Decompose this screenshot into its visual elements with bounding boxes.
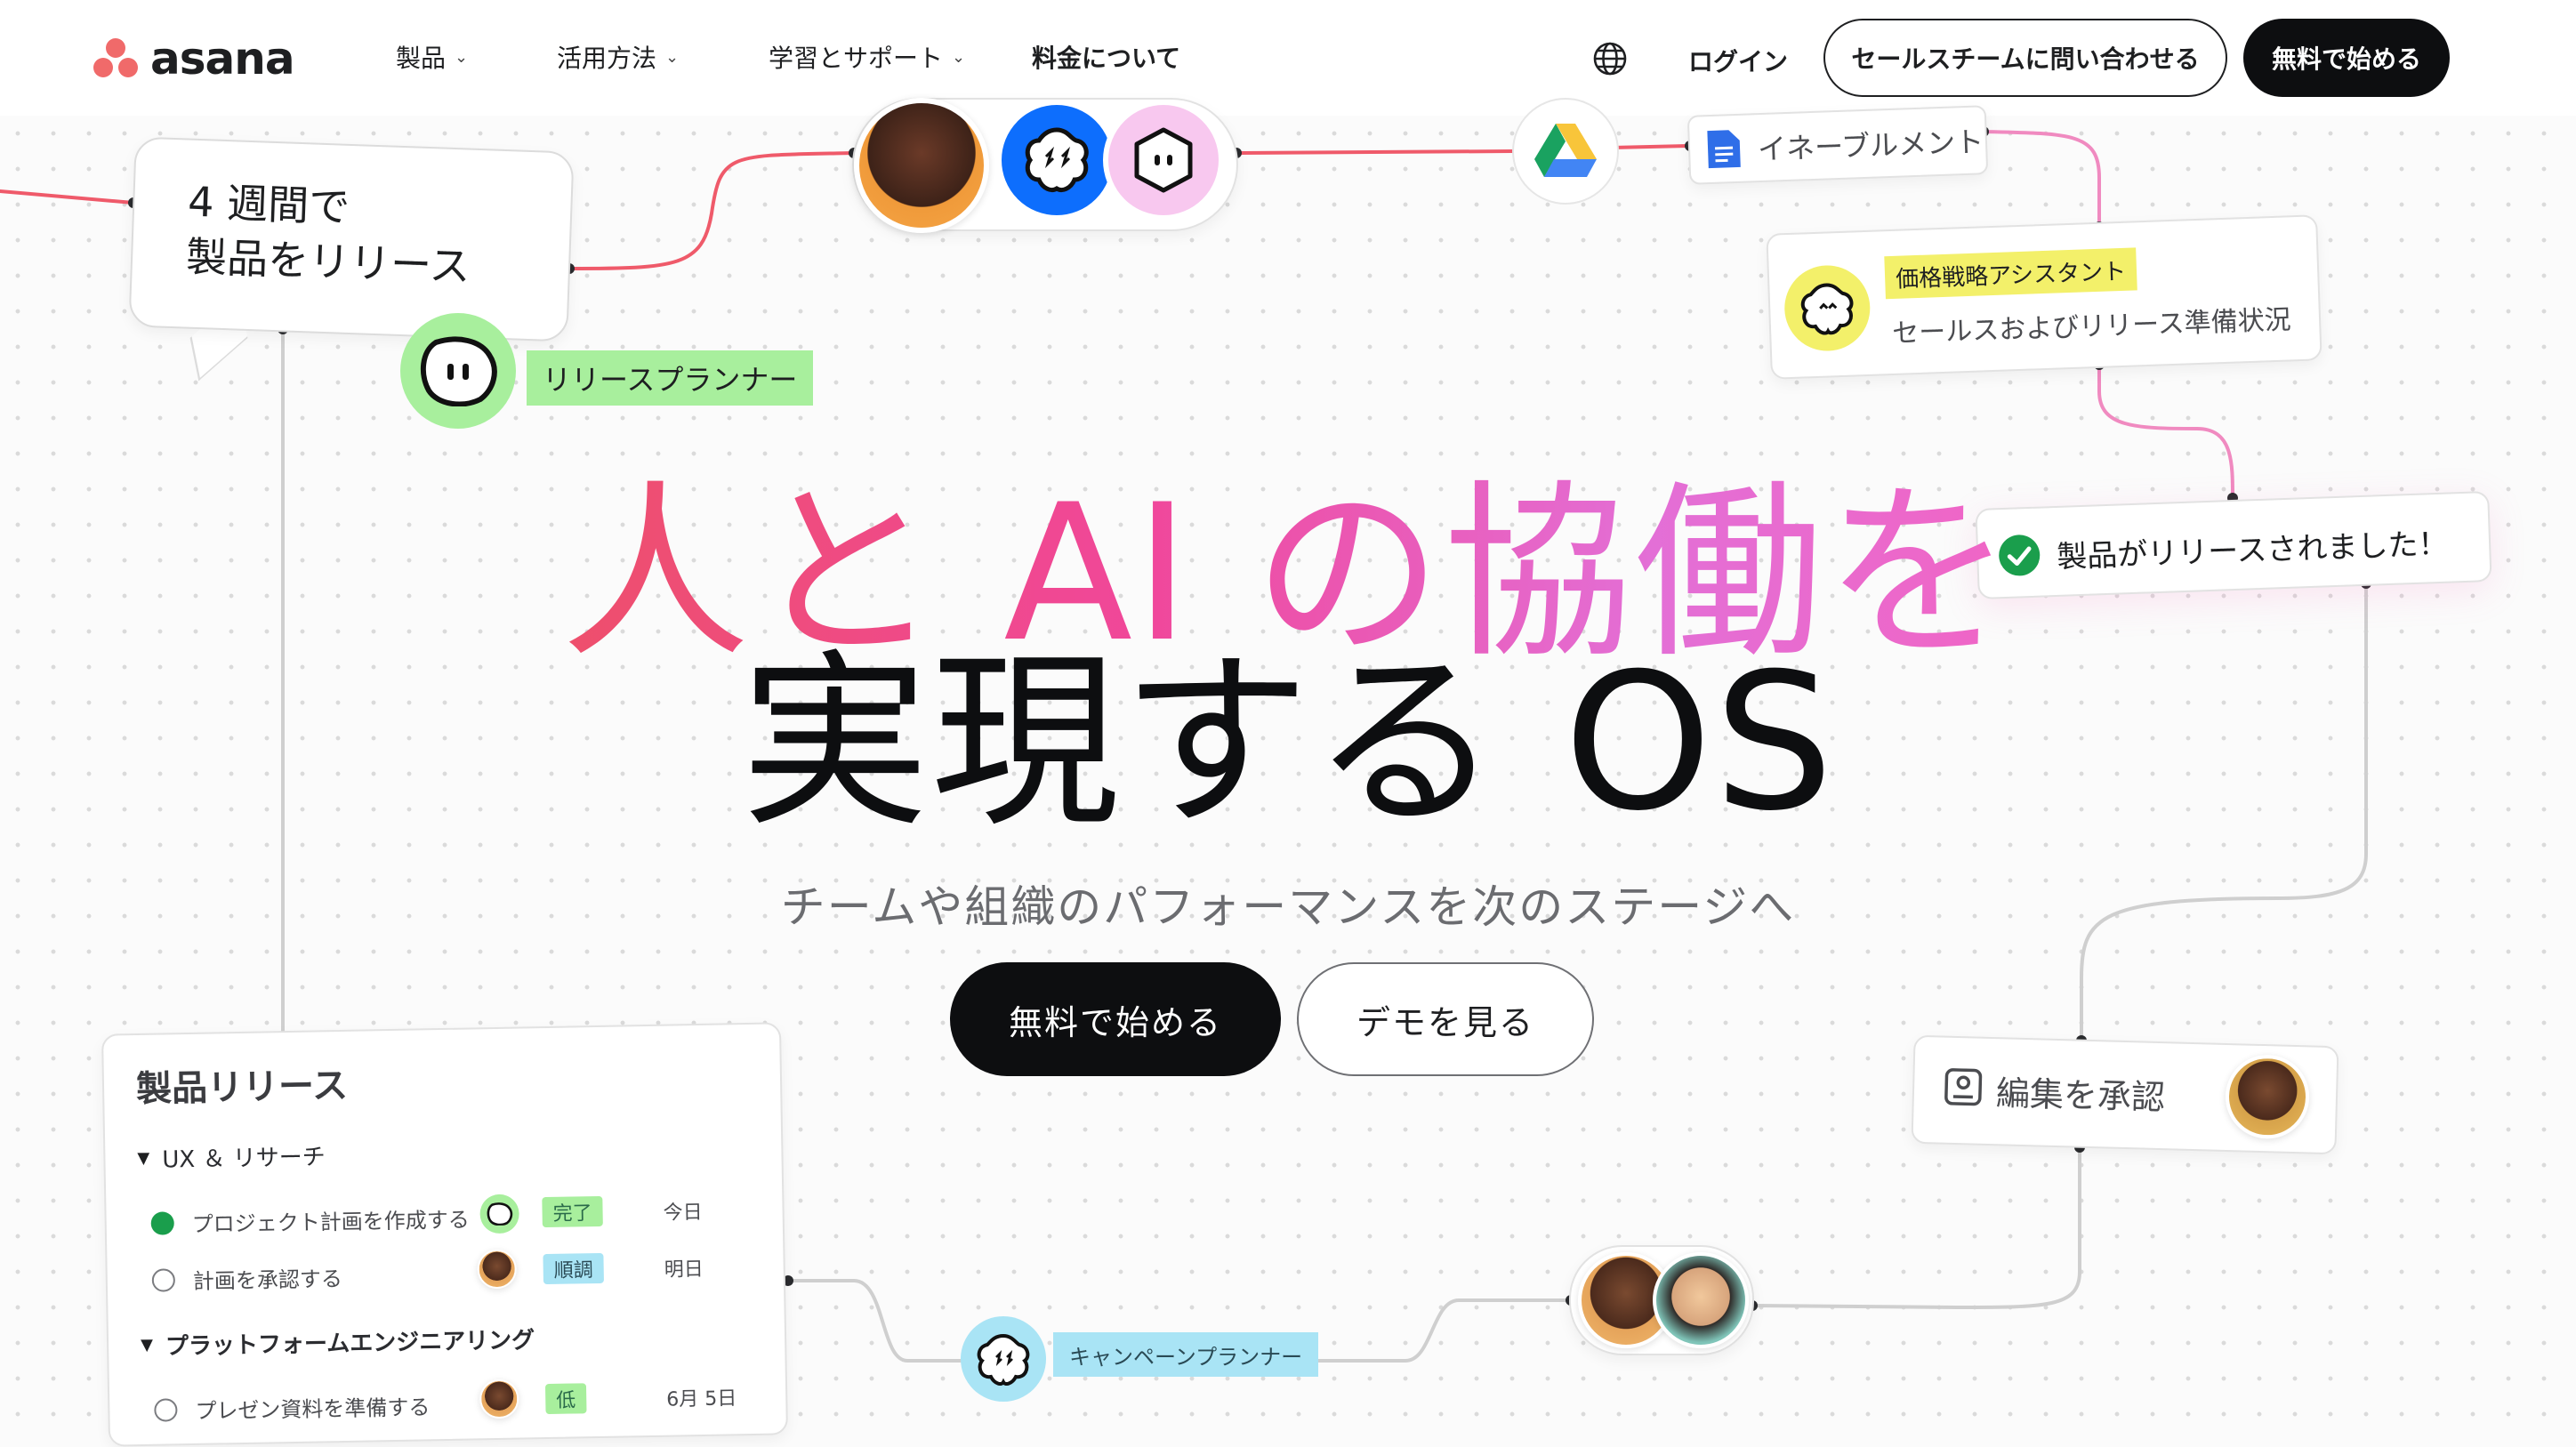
- watch-demo-button[interactable]: デモを見る: [1297, 962, 1594, 1076]
- pricing-assistant-tag: 価格戦略アシスタント: [1884, 247, 2137, 300]
- pricing-assistant-ai-icon: [1783, 263, 1872, 353]
- assignee-avatar: [477, 1249, 518, 1290]
- speech-bubble-text: 4 週間で 製品をリリース: [185, 174, 473, 294]
- task-row[interactable]: プロジェクト計画を作成する: [150, 1202, 470, 1239]
- ai-face-icon: [487, 1202, 513, 1226]
- task-row[interactable]: 計画を承認する: [151, 1261, 343, 1296]
- caret-down-icon: ▼: [140, 1335, 154, 1355]
- campaign-planner-ai-icon: [961, 1316, 1046, 1402]
- section-label: プラットフォームエンジニアリング: [165, 1327, 535, 1361]
- task-row[interactable]: プレゼン資料を準備する: [154, 1389, 431, 1425]
- status-badge: 低: [544, 1383, 587, 1415]
- task-name: プロジェクト計画を作成する: [191, 1207, 470, 1237]
- pricing-assistant-card: 価格戦略アシスタント セールスおよびリリース準備状況: [1766, 214, 2322, 380]
- assignee-ai-icon: [479, 1194, 519, 1234]
- login-link[interactable]: ログイン: [1688, 43, 1788, 78]
- globe-icon[interactable]: [1592, 41, 1628, 76]
- approve-edit-text: 編集を承認: [1995, 1073, 2166, 1118]
- project-release-card: 製品リリース ▼ UX ＆ リサーチ プロジェクト計画を作成する 完了 今日 計…: [101, 1022, 788, 1447]
- chevron-down-icon: ⌄: [665, 47, 680, 67]
- chevron-down-icon: ⌄: [952, 47, 966, 67]
- section-label: UX ＆ リサーチ: [162, 1144, 326, 1174]
- campaign-planner-label: キャンペーンプランナー: [1053, 1332, 1319, 1377]
- drive-logo-icon: [1534, 124, 1597, 177]
- ai-face-icon: [1134, 127, 1193, 193]
- ai-face-icon: [977, 1333, 1030, 1386]
- nav-use-cases-label: 活用方法: [557, 44, 657, 73]
- team-member-avatar: [854, 98, 989, 233]
- task-name: プレゼン資料を準備する: [195, 1395, 431, 1424]
- project-title: 製品リリース: [135, 1065, 349, 1111]
- assignee-avatar: [479, 1379, 519, 1419]
- asana-logo[interactable]: asana: [93, 33, 295, 84]
- nav-pricing-label: 料金について: [1032, 44, 1181, 73]
- status-badge: 順調: [543, 1252, 605, 1285]
- nav-use-cases[interactable]: 活用方法 ⌄: [557, 39, 679, 75]
- pricing-assistant-text: セールスおよびリリース準備状況: [1891, 304, 2292, 350]
- enablement-label: イネーブルメント: [1757, 125, 1984, 167]
- check-incomplete-icon[interactable]: [154, 1397, 178, 1422]
- hero-subtitle: チームや組織のパフォーマンスを次のステージへ: [780, 881, 1796, 933]
- nav-pricing[interactable]: 料金について: [1032, 39, 1180, 75]
- start-free-button[interactable]: 無料で始める: [950, 962, 1281, 1076]
- team-member-avatar: [1653, 1252, 1749, 1348]
- due-date: 6月 5日: [666, 1387, 737, 1411]
- section-platform-engineering[interactable]: ▼ プラットフォームエンジニアリング: [141, 1322, 535, 1362]
- start-free-button-header[interactable]: 無料で始める: [2243, 19, 2450, 97]
- ai-agent-icon-blue: [996, 100, 1117, 221]
- approver-avatar: [2224, 1053, 2311, 1140]
- asana-logo-icon: [93, 38, 138, 79]
- enablement-doc-card: イネーブルメント: [1686, 105, 1989, 185]
- logo-wordmark: asana: [150, 33, 295, 84]
- approve-edit-card: 編集を承認: [1911, 1034, 2339, 1155]
- caret-down-icon: ▼: [137, 1148, 150, 1169]
- google-drive-icon: [1512, 98, 1619, 205]
- approval-stamp-icon: [1944, 1068, 1983, 1106]
- hero-headline-line-2: 実現する OS: [740, 632, 1836, 852]
- task-name: 計画を承認する: [192, 1266, 343, 1294]
- due-date: 明日: [664, 1258, 704, 1282]
- document-icon: [1707, 130, 1741, 169]
- chevron-down-icon: ⌄: [455, 47, 469, 67]
- due-date: 今日: [663, 1201, 703, 1225]
- nav-learning-support[interactable]: 学習とサポート ⌄: [769, 39, 965, 75]
- check-complete-icon[interactable]: [150, 1210, 174, 1235]
- ai-face-icon: [420, 336, 497, 406]
- status-badge: 完了: [542, 1195, 603, 1228]
- nav-products[interactable]: 製品 ⌄: [396, 39, 468, 75]
- contact-sales-button[interactable]: セールスチームに問い合わせる: [1823, 19, 2227, 97]
- top-navigation-bar: asana 製品 ⌄ 活用方法 ⌄ 学習とサポート ⌄ 料金について ログイン …: [0, 0, 2576, 116]
- nav-learning-support-label: 学習とサポート: [769, 44, 944, 73]
- ai-agent-icon-pink: [1103, 100, 1224, 221]
- check-incomplete-icon[interactable]: [151, 1267, 176, 1292]
- release-planner-label: リリースプランナー: [527, 350, 814, 406]
- speech-bubble-card: 4 週間で 製品をリリース: [128, 136, 575, 342]
- ai-face-icon: [1800, 283, 1854, 335]
- bubble-line-1: 4 週間で: [187, 177, 351, 231]
- section-ux-research[interactable]: ▼ UX ＆ リサーチ: [137, 1138, 326, 1175]
- bubble-line-2: 製品をリリース: [185, 232, 471, 291]
- ai-face-icon: [1025, 127, 1089, 193]
- nav-products-label: 製品: [396, 44, 447, 73]
- release-planner-ai-icon: [400, 313, 516, 429]
